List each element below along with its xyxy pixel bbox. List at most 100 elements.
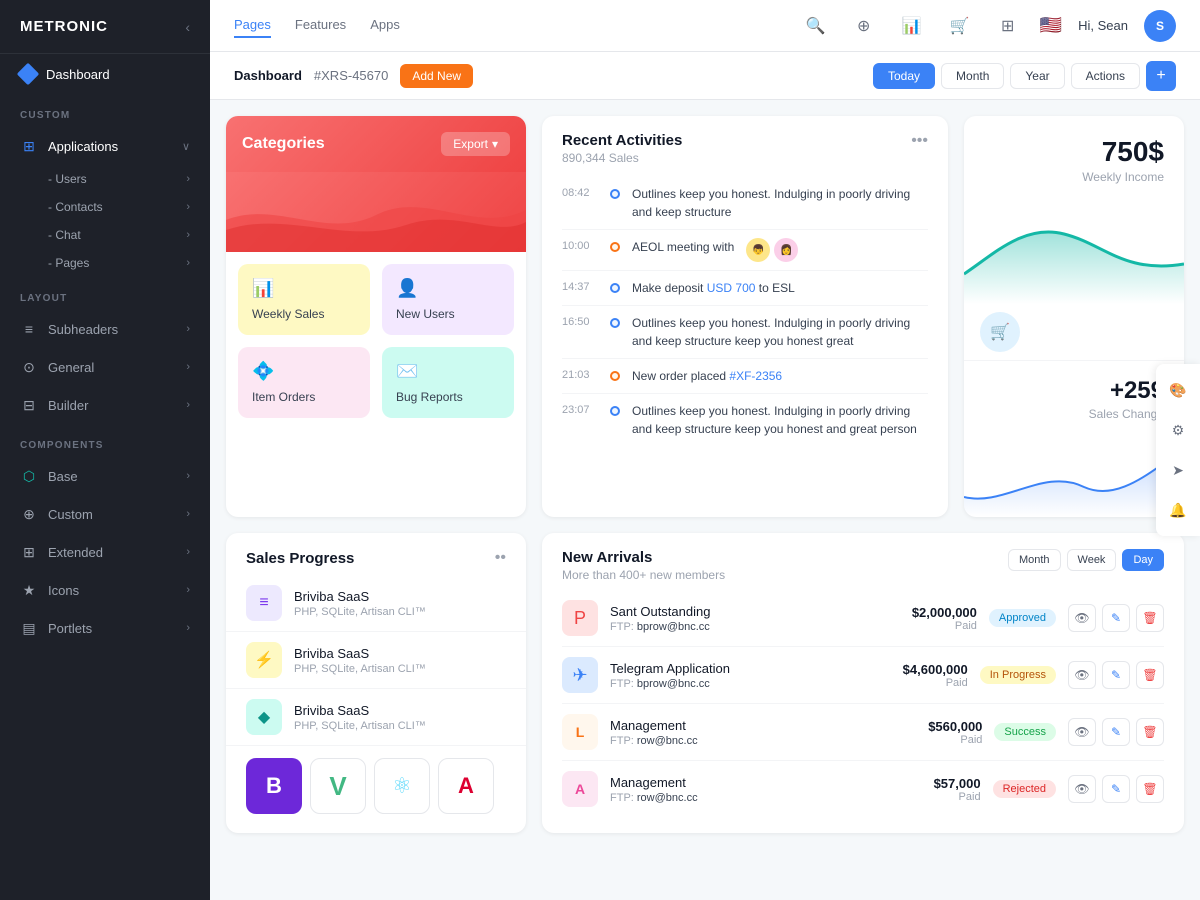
right-icon-bell[interactable]: 🔔 bbox=[1164, 496, 1192, 524]
export-button[interactable]: Export ▾ bbox=[441, 132, 510, 156]
user-avatar[interactable]: S bbox=[1144, 10, 1176, 42]
categories-header: Categories Export ▾ bbox=[226, 116, 526, 172]
angular-icon[interactable]: A bbox=[438, 758, 494, 814]
sidebar-item-portlets[interactable]: ▤ Portlets › bbox=[0, 609, 210, 647]
right-icon-send[interactable]: ➤ bbox=[1164, 456, 1192, 484]
activity-text-2: AEOL meeting with bbox=[632, 238, 734, 256]
sidebar-item-icons[interactable]: ★ Icons › bbox=[0, 571, 210, 609]
sidebar-item-applications[interactable]: ⊞ Applications ∨ bbox=[0, 127, 210, 165]
arrival-delete-btn-1[interactable]: 🗑 bbox=[1136, 604, 1164, 632]
activities-title: Recent Activities bbox=[562, 132, 682, 149]
arrivals-tab-week[interactable]: Week bbox=[1067, 549, 1117, 571]
top-row: Categories Export ▾ 📊 Weekly Sales bbox=[226, 116, 1184, 517]
arrival-delete-btn-3[interactable]: 🗑 bbox=[1136, 718, 1164, 746]
sidebar-item-dashboard[interactable]: Dashboard bbox=[0, 54, 210, 94]
dashboard-icon bbox=[17, 63, 40, 86]
arrival-edit-btn-1[interactable]: ✎ bbox=[1102, 604, 1130, 632]
sidebar-item-contacts[interactable]: - Contacts › bbox=[48, 193, 210, 221]
sidebar-item-custom[interactable]: ⊕ Custom › bbox=[0, 495, 210, 533]
actions-button[interactable]: Actions bbox=[1071, 63, 1140, 89]
right-icon-palette[interactable]: 🎨 bbox=[1164, 376, 1192, 404]
category-new-users[interactable]: 👤 New Users bbox=[382, 264, 514, 335]
category-item-orders[interactable]: 💠 Item Orders bbox=[238, 347, 370, 418]
today-button[interactable]: Today bbox=[873, 63, 935, 89]
income-change-label: Sales Change bbox=[984, 407, 1164, 421]
search-icon[interactable]: 🔍 bbox=[800, 10, 832, 42]
right-sidebar: 🎨 ⚙ ➤ 🔔 bbox=[1156, 364, 1200, 536]
activities-menu-icon[interactable]: ••• bbox=[911, 132, 928, 150]
sidebar-item-pages[interactable]: - Pages › bbox=[48, 249, 210, 277]
extended-icon: ⊞ bbox=[20, 543, 38, 561]
cart-icon[interactable]: 🛒 bbox=[944, 10, 976, 42]
nav-tab-pages[interactable]: Pages bbox=[234, 13, 271, 38]
sidebar-item-chat[interactable]: - Chat › bbox=[48, 221, 210, 249]
category-weekly-sales[interactable]: 📊 Weekly Sales bbox=[238, 264, 370, 335]
month-button[interactable]: Month bbox=[941, 63, 1004, 89]
arrival-view-btn-2[interactable]: 👁 bbox=[1068, 661, 1096, 689]
arrival-info-3: Management FTP: row@bnc.cc bbox=[610, 718, 698, 747]
nav-tab-apps[interactable]: Apps bbox=[370, 13, 400, 38]
sidebar-item-extended[interactable]: ⊞ Extended › bbox=[0, 533, 210, 571]
arrival-row-2: ✈ Telegram Application FTP: bprow@bnc.cc… bbox=[562, 647, 1164, 704]
activity-time-6: 23:07 bbox=[562, 404, 598, 416]
new-arrivals-card: New Arrivals More than 400+ new members … bbox=[542, 533, 1184, 833]
general-icon: ⊙ bbox=[20, 358, 38, 376]
network-icon[interactable]: ⊕ bbox=[848, 10, 880, 42]
sidebar-item-base[interactable]: ⬡ Base › bbox=[0, 457, 210, 495]
sidebar-item-subheaders[interactable]: ≡ Subheaders › bbox=[0, 310, 210, 348]
sidebar-item-general[interactable]: ⊙ General › bbox=[0, 348, 210, 386]
arrival-amount-1: $2,000,000 Paid bbox=[887, 605, 977, 632]
activity-text-1: Outlines keep you honest. Indulging in p… bbox=[632, 185, 928, 221]
sidebar-item-builder[interactable]: ⊟ Builder › bbox=[0, 386, 210, 424]
sidebar-item-users[interactable]: - Users › bbox=[48, 165, 210, 193]
bottom-row: Sales Progress •• ≡ Briviba SaaS PHP, SQ… bbox=[226, 533, 1184, 833]
applications-chevron: ∨ bbox=[182, 140, 190, 153]
recent-activities-card: Recent Activities 890,344 Sales ••• 08:4… bbox=[542, 116, 948, 517]
grid-icon[interactable]: ⊞ bbox=[992, 10, 1024, 42]
add-button[interactable]: + bbox=[1146, 61, 1176, 91]
categories-title: Categories bbox=[242, 135, 325, 153]
year-button[interactable]: Year bbox=[1010, 63, 1064, 89]
react-icon[interactable]: ⚛ bbox=[374, 758, 430, 814]
arrival-edit-btn-2[interactable]: ✎ bbox=[1102, 661, 1130, 689]
arrivals-tab-day[interactable]: Day bbox=[1122, 549, 1164, 571]
content-area: Categories Export ▾ 📊 Weekly Sales bbox=[210, 100, 1200, 900]
activity-dot-3 bbox=[610, 283, 620, 293]
income-icon: 🛒 bbox=[980, 312, 1020, 352]
arrival-actions-1: 👁 ✎ 🗑 bbox=[1068, 604, 1164, 632]
chat-label: - Chat bbox=[48, 228, 81, 242]
sales-progress-card: Sales Progress •• ≡ Briviba SaaS PHP, SQ… bbox=[226, 533, 526, 833]
app-logo: METRONIC bbox=[20, 18, 108, 35]
arrival-badge-4: Rejected bbox=[993, 780, 1056, 798]
chart-icon[interactable]: 📊 bbox=[896, 10, 928, 42]
categories-grid: 📊 Weekly Sales 👤 New Users 💠 Item Orders… bbox=[226, 252, 526, 430]
arrival-delete-btn-2[interactable]: 🗑 bbox=[1136, 661, 1164, 689]
icons-icon: ★ bbox=[20, 581, 38, 599]
add-new-button[interactable]: Add New bbox=[400, 64, 473, 88]
sidebar-logo-area: METRONIC ‹ bbox=[0, 0, 210, 54]
vue-icon[interactable]: V bbox=[310, 758, 366, 814]
applications-submenu: - Users › - Contacts › - Chat › - Pages … bbox=[0, 165, 210, 277]
custom-label: Custom bbox=[48, 507, 93, 522]
sales-icon-1: ≡ bbox=[246, 585, 282, 621]
arrival-edit-btn-4[interactable]: ✎ bbox=[1102, 775, 1130, 803]
arrival-icon-2: ✈ bbox=[562, 657, 598, 693]
activity-text-5: New order placed #XF-2356 bbox=[632, 367, 782, 385]
arrival-edit-btn-3[interactable]: ✎ bbox=[1102, 718, 1130, 746]
activity-dot-1 bbox=[610, 189, 620, 199]
language-flag[interactable]: 🇺🇸 bbox=[1040, 15, 1062, 36]
category-bug-reports[interactable]: ✉️ Bug Reports bbox=[382, 347, 514, 418]
custom-icon: ⊕ bbox=[20, 505, 38, 523]
bootstrap-icon[interactable]: B bbox=[246, 758, 302, 814]
right-icon-settings[interactable]: ⚙ bbox=[1164, 416, 1192, 444]
sidebar-collapse-icon[interactable]: ‹ bbox=[185, 19, 190, 35]
nav-tab-features[interactable]: Features bbox=[295, 13, 346, 38]
arrival-view-btn-1[interactable]: 👁 bbox=[1068, 604, 1096, 632]
arrivals-tab-month[interactable]: Month bbox=[1008, 549, 1061, 571]
arrival-info-4: Management FTP: row@bnc.cc bbox=[610, 775, 698, 804]
sales-menu-icon[interactable]: •• bbox=[495, 549, 506, 567]
arrival-view-btn-3[interactable]: 👁 bbox=[1068, 718, 1096, 746]
arrival-view-btn-4[interactable]: 👁 bbox=[1068, 775, 1096, 803]
breadcrumb-bar: Dashboard #XRS-45670 Add New Today Month… bbox=[210, 52, 1200, 100]
arrival-delete-btn-4[interactable]: 🗑 bbox=[1136, 775, 1164, 803]
